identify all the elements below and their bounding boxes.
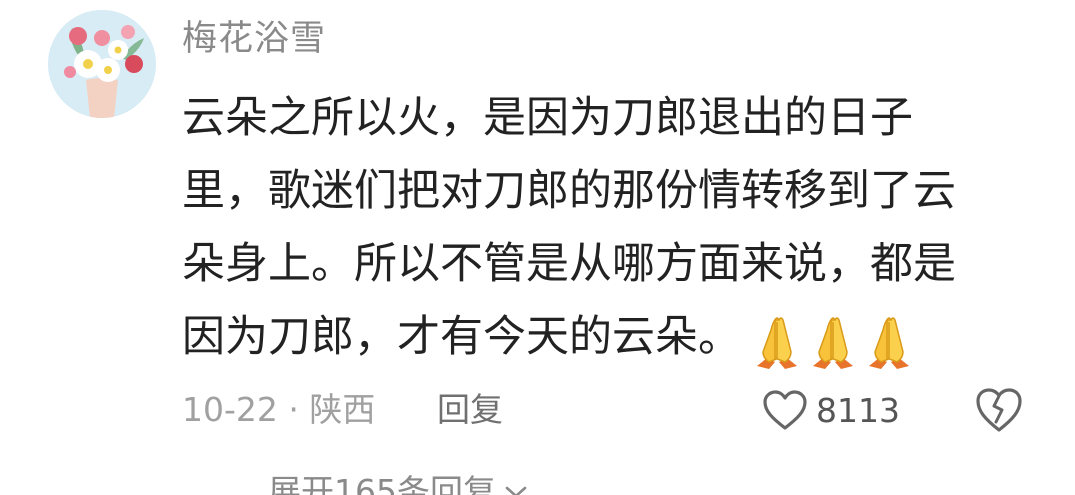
comment-text-line: 因为刀郎，才有今天的云朵。 [182, 312, 741, 362]
dislike-button[interactable] [974, 386, 1024, 434]
like-count: 8113 [816, 390, 900, 430]
comment-date: 10-22 [182, 390, 278, 429]
username[interactable]: 梅花浴雪 [182, 14, 326, 64]
comment-item: 梅花浴雪 云朵之所以火，是因为刀郎退出的日子 里，歌迷们把对刀郎的那份情转移到了… [0, 0, 1075, 495]
emoji-row [749, 303, 917, 376]
comment-text-line: 云朵之所以火，是因为刀郎退出的日子 [182, 93, 913, 143]
avatar[interactable] [48, 10, 156, 118]
expand-replies-label: 展开165条回复 [268, 472, 496, 495]
heart-outline-icon [763, 390, 807, 430]
meta-separator: · [288, 390, 299, 429]
comment-location: 陕西 [309, 390, 376, 429]
comment-text-line: 朵身上。所以不管是从哪方面来说，都是 [182, 239, 956, 289]
chevron-down-icon [505, 486, 527, 495]
comment-text-line-last: 因为刀郎，才有今天的云朵。 [182, 301, 1002, 376]
like-button[interactable]: 8113 [762, 384, 900, 436]
broken-heart-icon [976, 388, 1022, 432]
avatar-flower-image [48, 10, 156, 118]
folded-hands-emoji-icon [757, 316, 797, 369]
expand-replies-link[interactable]: 展开165条回复 [268, 470, 530, 495]
folded-hands-emoji-icon [869, 316, 909, 369]
comment-meta: 10-22 · 陕西 [182, 388, 375, 432]
comment-text-line: 里，歌迷们把对刀郎的那份情转移到了云 [182, 166, 956, 216]
reply-button[interactable]: 回复 [437, 388, 503, 432]
folded-hands-emoji-icon [813, 316, 853, 369]
comment-text: 云朵之所以火，是因为刀郎退出的日子 里，歌迷们把对刀郎的那份情转移到了云 朵身上… [182, 82, 1002, 376]
